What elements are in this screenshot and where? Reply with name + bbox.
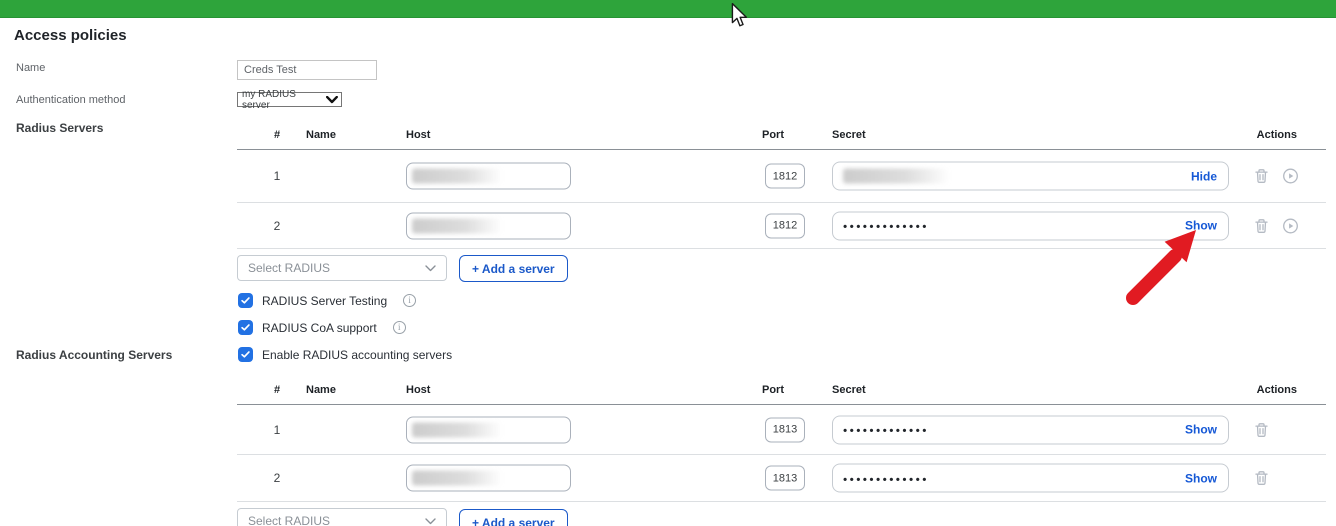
hide-secret-button[interactable]: Hide: [1191, 169, 1217, 183]
table-row: 1 1813 ••••••••••••• Show: [237, 405, 1326, 455]
select-radius-dropdown[interactable]: Select RADIUS: [237, 255, 447, 281]
radius-coa-support-row: RADIUS CoA support i: [238, 320, 406, 335]
enable-accounting-row: Enable RADIUS accounting servers: [238, 347, 452, 362]
masked-secret-value: •••••••••••••: [843, 472, 929, 486]
redacted-host-value: [412, 218, 502, 233]
col-header-actions: Actions: [1256, 384, 1297, 396]
radius-servers-section-label: Radius Servers: [16, 121, 104, 135]
secret-input[interactable]: ••••••••••••• Show: [832, 463, 1229, 493]
red-annotation-arrow: [1126, 230, 1196, 305]
masked-secret-value: •••••••••••••: [843, 423, 929, 438]
show-secret-button[interactable]: Show: [1185, 471, 1217, 485]
redacted-host-value: [412, 470, 502, 486]
accounting-table-header: # Name Host Port Secret Actions: [237, 381, 1326, 405]
secret-input[interactable]: Hide: [832, 161, 1229, 191]
select-radius-placeholder: Select RADIUS: [248, 514, 331, 526]
radius-accounting-section-label: Radius Accounting Servers: [16, 348, 173, 362]
port-input[interactable]: 1813: [765, 417, 805, 442]
name-label: Name: [16, 62, 46, 74]
info-icon[interactable]: i: [403, 294, 417, 307]
mouse-cursor-icon: [731, 3, 748, 27]
host-input[interactable]: [406, 464, 571, 492]
col-header-name: Name: [306, 384, 336, 396]
select-radius-placeholder: Select RADIUS: [248, 261, 331, 275]
secret-input[interactable]: ••••••••••••• Show: [832, 415, 1229, 444]
port-input[interactable]: 1812: [765, 213, 805, 238]
check-icon: [241, 324, 250, 331]
chevron-down-icon: [425, 517, 436, 524]
row-number: 1: [273, 169, 281, 183]
test-server-play-icon[interactable]: [1282, 168, 1299, 185]
radius-server-testing-row: RADIUS Server Testing i: [238, 293, 417, 308]
redacted-secret-value: [843, 168, 949, 184]
col-header-host: Host: [406, 129, 431, 141]
checkbox-radius-coa-support[interactable]: [238, 320, 253, 335]
checkbox-label: RADIUS CoA support: [262, 320, 377, 335]
col-header-port: Port: [762, 129, 784, 141]
name-input[interactable]: [237, 60, 377, 80]
row-number: 2: [273, 218, 281, 233]
redacted-host-value: [412, 422, 502, 437]
row-number: 1: [273, 422, 281, 437]
checkbox-label: RADIUS Server Testing: [262, 293, 388, 308]
top-green-bar: [0, 0, 1336, 18]
host-input[interactable]: [406, 416, 571, 443]
add-server-button[interactable]: + Add a server: [459, 255, 568, 282]
col-header-secret: Secret: [832, 384, 866, 396]
show-secret-button[interactable]: Show: [1185, 423, 1217, 437]
chevron-down-icon: [425, 264, 436, 271]
auth-method-value: my RADIUS server: [242, 88, 296, 111]
delete-row-icon[interactable]: [1253, 470, 1270, 487]
check-icon: [241, 351, 250, 358]
port-input[interactable]: 1812: [765, 163, 805, 189]
auth-method-select[interactable]: my RADIUS server: [237, 89, 342, 111]
checkbox-enable-radius-accounting[interactable]: [238, 347, 253, 362]
masked-secret-value: •••••••••••••: [843, 219, 929, 234]
page-title: Access policies: [14, 27, 127, 44]
col-header-name: Name: [306, 129, 336, 141]
accounting-servers-table: # Name Host Port Secret Actions 1 1813 •…: [237, 381, 1326, 502]
checkbox-radius-server-testing[interactable]: [238, 293, 253, 308]
col-header-num: #: [273, 384, 281, 396]
delete-row-icon[interactable]: [1253, 421, 1270, 438]
host-input[interactable]: [406, 162, 571, 190]
select-radius-dropdown[interactable]: Select RADIUS: [237, 508, 447, 526]
table-row: 1 1812 Hide: [237, 150, 1326, 203]
col-header-port: Port: [762, 384, 784, 396]
test-server-play-icon[interactable]: [1282, 217, 1299, 234]
col-header-host: Host: [406, 384, 431, 396]
redacted-host-value: [412, 168, 502, 184]
delete-row-icon[interactable]: [1253, 168, 1270, 185]
info-icon[interactable]: i: [392, 321, 406, 334]
delete-row-icon[interactable]: [1253, 217, 1270, 234]
checkbox-label: Enable RADIUS accounting servers: [262, 347, 453, 362]
auth-method-label: Authentication method: [16, 94, 126, 106]
host-input[interactable]: [406, 212, 571, 239]
col-header-num: #: [273, 129, 281, 141]
radius-servers-table-header: # Name Host Port Secret Actions: [237, 126, 1326, 150]
check-icon: [241, 297, 250, 304]
table-row: 2 1813 ••••••••••••• Show: [237, 455, 1326, 502]
col-header-secret: Secret: [832, 129, 866, 141]
add-server-button[interactable]: + Add a server: [459, 509, 568, 526]
chevron-down-icon: [326, 95, 338, 103]
col-header-actions: Actions: [1256, 129, 1297, 141]
row-number: 2: [273, 471, 281, 485]
port-input[interactable]: 1813: [765, 465, 805, 491]
